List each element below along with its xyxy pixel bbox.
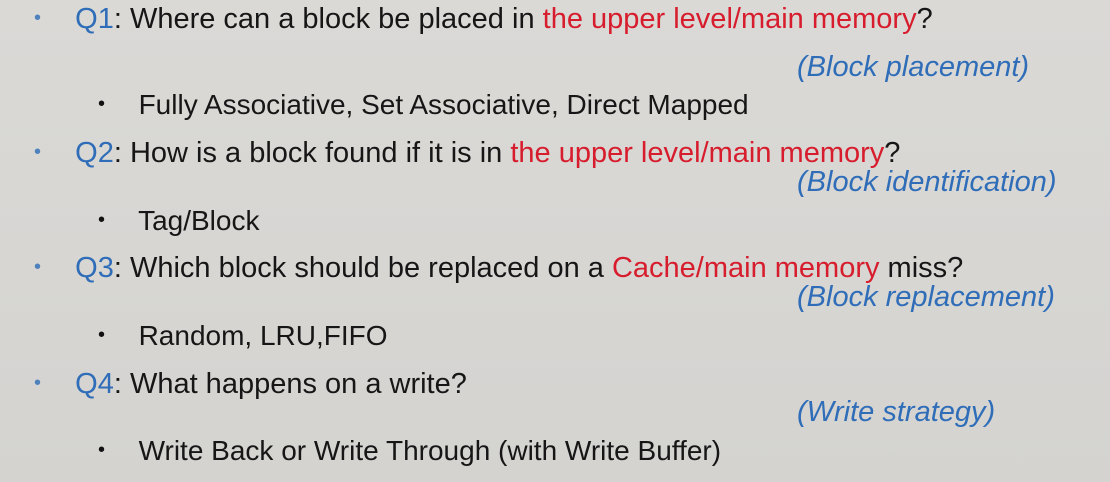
- question-bullet-icon: •: [34, 372, 42, 394]
- slide: • Q1: Where can a block be placed in the…: [0, 0, 1110, 482]
- question-label: Q1: [75, 3, 114, 35]
- answer-q3: • Random, LRU,FIFO: [98, 322, 388, 350]
- question-suffix: ?: [916, 3, 933, 35]
- question-bullet-icon: •: [34, 256, 42, 278]
- question-text: : Where can a block be placed in: [113, 3, 543, 35]
- category-tag: (Block identification): [797, 166, 1057, 198]
- answer-q2: • Tag/Block: [98, 207, 259, 235]
- question-suffix: miss?: [879, 252, 964, 284]
- category-tag: (Block replacement): [797, 281, 1055, 313]
- question-q3: • Q3: Which block should be replaced on …: [34, 254, 963, 283]
- question-suffix: ?: [884, 137, 901, 169]
- question-label: Q3: [75, 252, 114, 284]
- answer-q1: • Fully Associative, Set Associative, Di…: [98, 91, 749, 119]
- category-tag: (Write strategy): [797, 396, 996, 428]
- answer-text: Random, LRU,FIFO: [138, 320, 388, 351]
- question-label: Q2: [75, 137, 114, 169]
- question-bullet-icon: •: [34, 7, 42, 29]
- answer-text: Write Back or Write Through (with Write …: [138, 435, 722, 466]
- question-text: : What happens on a write?: [113, 368, 467, 400]
- answer-bullet-icon: •: [98, 209, 106, 231]
- question-highlight: Cache/main memory: [611, 252, 880, 284]
- answer-text: Tag/Block: [138, 205, 260, 236]
- question-q1: • Q1: Where can a block be placed in the…: [34, 5, 933, 34]
- category-tag: (Block placement): [797, 51, 1030, 83]
- question-q4: • Q4: What happens on a write?: [34, 370, 467, 399]
- answer-q4: • Write Back or Write Through (with Writ…: [98, 437, 721, 465]
- answer-bullet-icon: •: [98, 93, 106, 115]
- question-bullet-icon: •: [34, 141, 42, 163]
- answer-text: Fully Associative, Set Associative, Dire…: [138, 89, 749, 120]
- answer-bullet-icon: •: [98, 324, 106, 346]
- question-highlight: the upper level/main memory: [510, 137, 885, 169]
- question-highlight: the upper level/main memory: [542, 3, 917, 35]
- question-text: : Which block should be replaced on a: [113, 252, 612, 284]
- question-label: Q4: [75, 368, 114, 400]
- question-q2: • Q2: How is a block found if it is in t…: [34, 139, 900, 168]
- question-text: : How is a block found if it is in: [113, 137, 511, 169]
- answer-bullet-icon: •: [98, 439, 106, 461]
